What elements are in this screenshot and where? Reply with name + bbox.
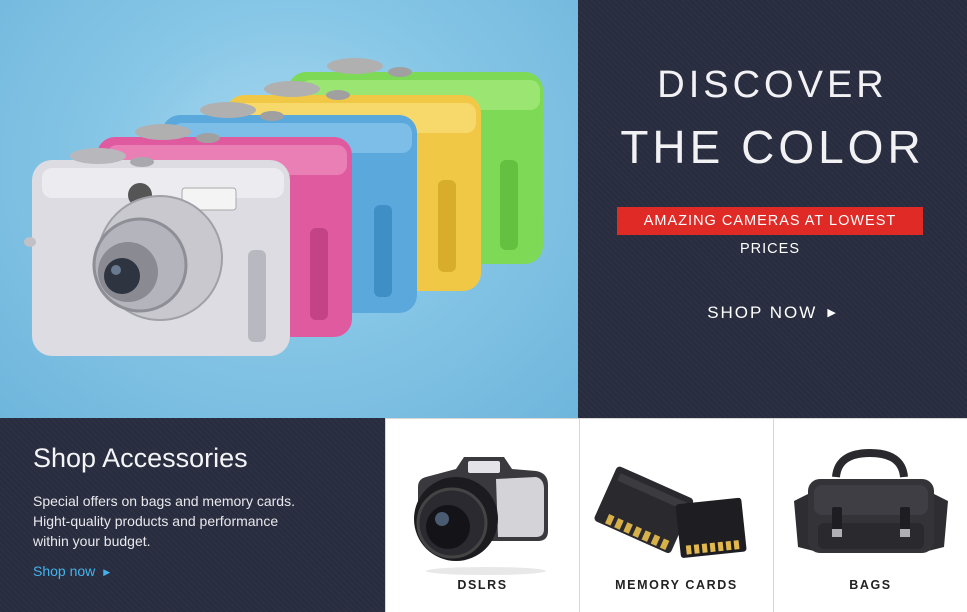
accessories-description: Special offers on bags and memory cards.… — [33, 491, 353, 551]
description-line: Special offers on bags and memory cards. — [33, 493, 295, 509]
play-arrow-icon: ▶ — [827, 307, 838, 319]
shop-now-label: SHOP NOW — [707, 303, 818, 322]
accessories-title: Shop Accessories — [33, 443, 248, 473]
promo-badge: AMAZING CAMERAS AT LOWEST PRICES — [617, 207, 923, 257]
hero-promo-panel: DISCOVER THE COLOR AMAZING CAMERAS AT LO… — [578, 0, 967, 418]
description-line: Hight-quality products and performance — [33, 513, 279, 529]
camera-silver — [24, 148, 290, 356]
hero-heading-line2: THE COLOR — [620, 121, 925, 173]
tile-label-memory-cards: MEMORY CARDS — [615, 578, 738, 592]
camera-bag-image — [794, 448, 948, 553]
hero-banner-image[interactable] — [0, 0, 578, 418]
colorful-cameras-image — [24, 58, 543, 356]
memory-card-image — [594, 466, 747, 558]
description-line: within your budget. — [33, 533, 151, 549]
play-arrow-icon: ▶ — [103, 567, 111, 577]
shop-now-link-label: Shop now — [33, 563, 96, 579]
tile-label-dslrs: DSLRS — [457, 578, 508, 592]
category-tile-dslrs[interactable]: DSLRS — [385, 418, 579, 612]
shop-now-button[interactable]: SHOP NOW ▶ — [578, 303, 967, 323]
accessories-shop-now-link[interactable]: Shop now ▶ — [33, 563, 110, 579]
dslr-camera-image — [414, 457, 548, 575]
category-tile-memory-cards[interactable]: MEMORY CARDS — [579, 418, 773, 612]
accessories-panel: Shop Accessories Special offers on bags … — [0, 418, 385, 612]
hero-heading-line1: DISCOVER — [657, 64, 888, 106]
category-tile-bags[interactable]: BAGS — [773, 418, 967, 612]
tile-label-bags: BAGS — [849, 578, 892, 592]
